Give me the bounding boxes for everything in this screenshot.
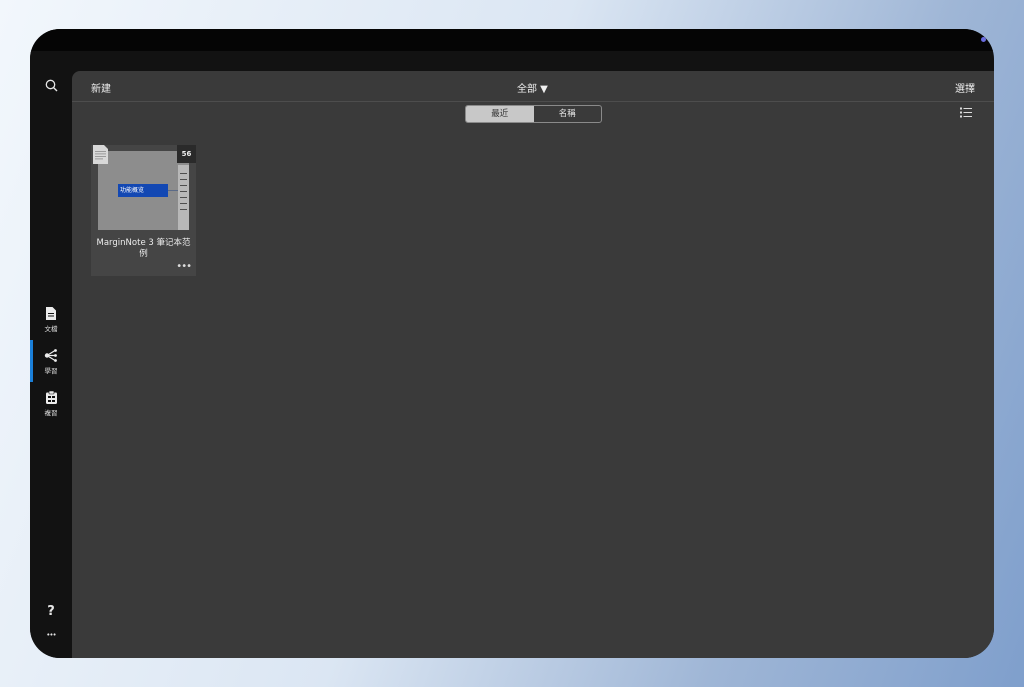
select-button[interactable]: 選擇	[955, 80, 975, 95]
mindmap-connector	[168, 190, 178, 191]
notebook-title: MarginNote 3 筆记本范例	[96, 238, 191, 259]
toolbar: 新建 全部 ▼ 選擇	[72, 71, 994, 102]
sidebar: 文檔 學習 複習 ? •••	[30, 51, 72, 658]
sort-segmented-control: 最近 名稱	[465, 105, 602, 123]
notebook-thumbnail: 功能概览	[98, 151, 189, 230]
status-bar	[30, 29, 994, 51]
sidebar-item-review[interactable]: 複習	[30, 391, 72, 417]
review-icon	[45, 391, 57, 404]
more-icon: •••	[46, 631, 56, 639]
sidebar-item-documents[interactable]: 文檔	[30, 307, 72, 333]
card-count-badge: 56	[177, 145, 196, 163]
more-button[interactable]: •••	[30, 631, 72, 639]
search-icon	[45, 79, 57, 92]
sort-name-tab[interactable]: 名稱	[534, 106, 602, 122]
mindmap-node: 功能概览	[118, 184, 168, 197]
help-icon: ?	[47, 604, 55, 619]
sidebar-item-label: 文檔	[44, 325, 58, 333]
notebook-card[interactable]: 功能概览 56 MarginNote 3 筆记本范例 •••	[91, 145, 196, 276]
sidebar-item-study[interactable]: 學習	[30, 349, 72, 375]
list-view-icon[interactable]	[960, 107, 972, 118]
filter-dropdown[interactable]: 全部 ▼	[517, 80, 548, 95]
search-button[interactable]	[30, 79, 72, 92]
document-preview	[178, 165, 189, 230]
sort-recent-tab[interactable]: 最近	[466, 106, 534, 122]
new-button[interactable]: 新建	[91, 80, 111, 95]
document-icon	[93, 145, 108, 164]
sidebar-item-label: 複習	[44, 409, 58, 417]
sidebar-item-label: 學習	[44, 367, 58, 375]
camera-indicator	[981, 37, 986, 42]
ipad-frame: 文檔 學習 複習 ? ••• 新建 全部 ▼ 選擇 最近 名稱 功能概览 56 …	[30, 29, 994, 658]
help-button[interactable]: ?	[30, 604, 72, 619]
document-icon	[46, 307, 56, 320]
main-panel: 新建 全部 ▼ 選擇 最近 名稱 功能概览 56 MarginNote 3 筆记…	[72, 71, 994, 658]
card-more-button[interactable]: •••	[176, 261, 192, 272]
mindmap-icon	[44, 349, 57, 362]
